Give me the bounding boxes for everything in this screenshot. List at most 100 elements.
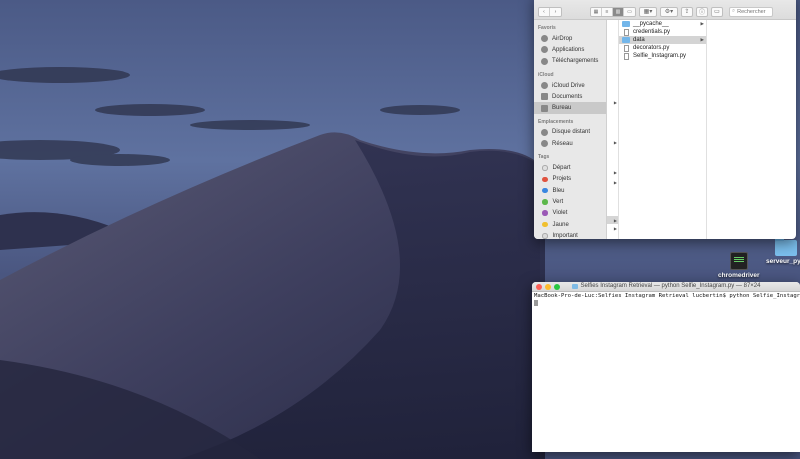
sidebar-tag-bleu[interactable]: Bleu (534, 185, 606, 196)
sidebar-item-documents[interactable]: Documents (534, 91, 606, 102)
python-file-icon (623, 28, 629, 36)
terminal-line: MacBook-Pro-de-Luc:Selfies Instagram Ret… (534, 293, 800, 299)
finder-file-column: __pycache__ ▶ credentials.py data ▶ deco… (619, 20, 707, 239)
gear-icon: ⚙▾ (664, 9, 674, 15)
sidebar-header-emplacements: Emplacements (538, 118, 574, 125)
sidebar-item-label: Réseau (552, 140, 573, 147)
sidebar-item-disque-distant[interactable]: Disque distant (534, 127, 606, 138)
sidebar-tag-jaune[interactable]: Jaune (534, 219, 606, 230)
python-file-icon (623, 44, 629, 52)
file-row[interactable]: __pycache__ ▶ (619, 20, 706, 28)
sidebar-item-label: Applications (552, 46, 585, 53)
new-folder-button[interactable]: ▭ (711, 6, 723, 17)
share-button[interactable]: ⇪ (681, 6, 693, 17)
file-name: data (633, 37, 645, 43)
file-row[interactable]: decorators.py (619, 44, 706, 52)
view-icons-button[interactable]: ▦ (591, 7, 602, 16)
chevron-right-icon: ▶ (613, 100, 617, 105)
terminal-output[interactable]: MacBook-Pro-de-Luc:Selfies Instagram Ret… (532, 292, 800, 309)
desktop-icon-chromedriver[interactable]: chromedriver (718, 252, 760, 279)
sidebar-item-label: Bureau (552, 105, 572, 112)
sidebar-item-label: Important (552, 232, 578, 239)
sidebar-item-label: AirDrop (552, 35, 573, 42)
sidebar-item-label: Documents (552, 93, 583, 100)
sidebar-item-airdrop[interactable]: AirDrop (534, 33, 606, 44)
desktop-icon-serveur[interactable]: serveur_pyth (766, 237, 800, 265)
view-list-button[interactable]: ≡ (602, 7, 613, 16)
sidebar-tag-violet[interactable]: Violet (534, 208, 606, 219)
group-button[interactable]: ▦▾ (639, 6, 657, 17)
finder-sidebar: Favoris AirDrop Applications Téléchargem… (534, 20, 607, 239)
finder-toolbar: ‹ › ▦ ≡ ▥ ▭ ▦▾ ⚙▾ ⇪ ⓘ ▭ ⌕ (534, 5, 796, 18)
tag-color-dot (542, 233, 548, 239)
sidebar-item-label: Disque distant (552, 129, 591, 136)
file-name: Selfie_Instagram.py (633, 53, 687, 59)
terminal-titlebar[interactable]: Selfies Instagram Retrieval — python Sel… (532, 282, 800, 292)
chevron-right-icon: ▶ (613, 140, 617, 145)
sidebar-item-label: Violet (552, 210, 568, 217)
chevron-right-icon: ▶ (613, 218, 617, 223)
back-button[interactable]: ‹ (539, 7, 550, 16)
search-input[interactable] (737, 8, 772, 15)
file-row-selected[interactable]: data ▶ (619, 36, 706, 44)
sidebar-header-icloud: iCloud (538, 71, 554, 78)
terminal-window[interactable]: Selfies Instagram Retrieval — python Sel… (532, 282, 800, 452)
applications-icon (541, 46, 548, 54)
file-row[interactable]: Selfie_Instagram.py (619, 52, 706, 60)
chevron-right-icon: ▶ (700, 37, 704, 42)
sidebar-item-telechargements[interactable]: Téléchargements (534, 56, 606, 67)
file-row[interactable]: credentials.py (619, 28, 706, 36)
tag-color-dot (542, 187, 548, 194)
folder-icon (571, 283, 578, 289)
chevron-right-icon: ▶ (613, 226, 617, 231)
finder-parent-column[interactable]: ▶ ▶ ▶ ▶ ▶ ▶ (607, 20, 619, 239)
forward-button[interactable]: › (550, 7, 561, 16)
finder-window: data ‹ › ▦ ≡ ▥ ▭ ▦▾ ⚙▾ ⇪ ⓘ ▭ ⌕ (534, 0, 796, 239)
file-name: __pycache__ (633, 21, 669, 27)
chevron-right-icon: ▶ (700, 21, 704, 26)
cloud-icon (541, 82, 548, 90)
tag-color-dot (542, 165, 548, 171)
sidebar-header-favoris: Favoris (538, 25, 556, 31)
search-field[interactable]: ⌕ (729, 6, 773, 17)
sidebar-tag-important[interactable]: Important (534, 230, 606, 239)
desktop-icon-label: serveur_pyth (766, 258, 800, 265)
folder-icon: ▭ (714, 9, 720, 15)
share-icon: ⇪ (684, 9, 690, 15)
sidebar-item-label: Jaune (552, 221, 569, 228)
file-name: decorators.py (633, 45, 670, 51)
sidebar-tag-depart[interactable]: Départ (534, 162, 606, 173)
sidebar-item-label: Bleu (552, 187, 565, 194)
sidebar-item-reseau[interactable]: Réseau (534, 138, 606, 149)
sidebar-item-label: Téléchargements (552, 58, 599, 65)
sidebar-item-label: Vert (552, 198, 564, 205)
folder-icon (622, 37, 630, 43)
sidebar-item-bureau[interactable]: Bureau (534, 102, 606, 114)
downloads-icon (541, 57, 548, 65)
sidebar-item-icloud-drive[interactable]: iCloud Drive (534, 80, 606, 91)
view-gallery-button[interactable]: ▭ (624, 7, 635, 16)
sidebar-item-applications[interactable]: Applications (534, 44, 606, 55)
sidebar-tag-projets[interactable]: Projets (534, 174, 606, 185)
disk-icon (541, 128, 548, 136)
window-title-text: data (664, 0, 677, 1)
action-gear-button[interactable]: ⚙▾ (660, 6, 678, 17)
sidebar-item-label: Projets (552, 176, 572, 183)
view-columns-button[interactable]: ▥ (613, 7, 624, 16)
sidebar-header-tags: Tags (538, 154, 550, 161)
view-mode-switcher: ▦ ≡ ▥ ▭ (590, 6, 636, 17)
text-cursor (534, 300, 538, 306)
desktop-icon-label: chromedriver (718, 272, 760, 279)
finder-titlebar[interactable]: data ‹ › ▦ ≡ ▥ ▭ ▦▾ ⚙▾ ⇪ ⓘ ▭ ⌕ (534, 0, 796, 20)
info-button[interactable]: ⓘ (696, 6, 708, 17)
documents-icon (541, 93, 548, 101)
chevron-right-icon: ▶ (613, 170, 617, 175)
python-file-icon (623, 52, 629, 60)
folder-icon (622, 21, 630, 27)
tag-color-dot (542, 199, 548, 205)
network-icon (541, 140, 548, 148)
chevron-right-icon: ▶ (613, 180, 617, 185)
executable-icon (729, 252, 748, 270)
sidebar-tag-vert[interactable]: Vert (534, 196, 606, 207)
folder-icon (775, 237, 798, 256)
